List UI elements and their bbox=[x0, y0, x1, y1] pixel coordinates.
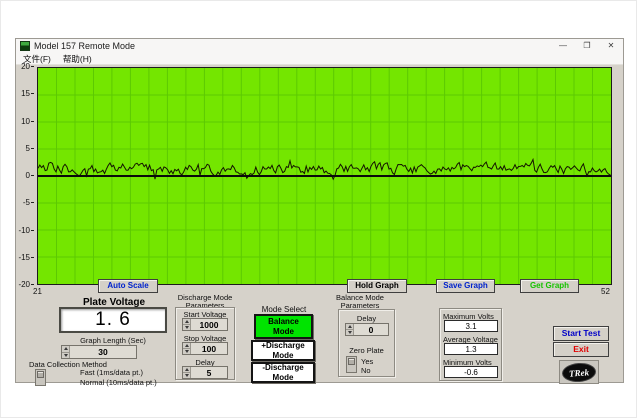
spinner-down-icon[interactable] bbox=[183, 325, 190, 330]
plate-voltage-display: 1. 6 bbox=[59, 307, 167, 333]
balance-mode-line1: Balance bbox=[268, 317, 299, 326]
maximum-volts-value: 3.1 bbox=[444, 320, 498, 332]
zero-plate-option-yes[interactable]: Yes bbox=[361, 357, 373, 366]
spinner-arrows bbox=[183, 319, 191, 330]
maximize-button[interactable]: ❐ bbox=[575, 39, 599, 53]
y-tick-label: -15 bbox=[16, 253, 34, 262]
hold-graph-button[interactable]: Hold Graph bbox=[347, 279, 407, 293]
data-collection-option-fast[interactable]: Fast (1ms/data pt.) bbox=[80, 368, 143, 377]
graph-length-spinner[interactable]: 30 bbox=[61, 345, 137, 359]
slider-thumb[interactable] bbox=[348, 358, 355, 365]
spinner-down-icon[interactable] bbox=[183, 373, 190, 378]
discharge-params-group: Start Voltage 1000 Stop Voltage 100 Dela… bbox=[175, 307, 235, 380]
stop-voltage-value[interactable]: 100 bbox=[191, 343, 227, 354]
screenshot-background: Model 157 Remote Mode — ❐ ✕ 文件(F) 帮助(H) … bbox=[0, 0, 637, 418]
minimum-volts-value: -0.6 bbox=[444, 366, 498, 378]
trek-logo: TRek bbox=[559, 360, 599, 384]
y-tick-label: -5 bbox=[16, 199, 34, 207]
menu-bar: 文件(F) 帮助(H) bbox=[16, 53, 623, 65]
y-tick-label: 0 bbox=[16, 172, 34, 180]
zero-plate-label: Zero Plate bbox=[349, 346, 384, 355]
window-controls: — ❐ ✕ bbox=[551, 39, 623, 53]
negative-discharge-line1: -Discharge bbox=[262, 363, 304, 372]
app-icon bbox=[20, 41, 30, 51]
balance-mode-button[interactable]: Balance Mode bbox=[254, 314, 313, 339]
positive-discharge-line2: Mode bbox=[272, 350, 294, 360]
y-tick-label: 20 bbox=[16, 63, 34, 71]
mode-select-label: Mode Select bbox=[261, 305, 307, 314]
auto-scale-button[interactable]: Auto Scale bbox=[98, 279, 158, 293]
y-tick-label: -20 bbox=[16, 281, 34, 289]
start-voltage-spinner[interactable]: 1000 bbox=[182, 318, 228, 331]
exit-button[interactable]: Exit bbox=[553, 342, 609, 357]
x-axis-start-label: 21 bbox=[33, 287, 42, 296]
trek-logo-text: TRek bbox=[568, 366, 590, 378]
stop-voltage-spinner[interactable]: 100 bbox=[182, 342, 228, 355]
voltage-stats-group: Maximum Volts 3.1 Average Voltage 1.3 Mi… bbox=[439, 308, 502, 381]
close-button[interactable]: ✕ bbox=[599, 39, 623, 53]
trek-logo-oval: TRek bbox=[561, 361, 597, 383]
graph-length-label: Graph Length (Sec) bbox=[80, 336, 146, 345]
balance-delay-value[interactable]: 0 bbox=[354, 324, 388, 335]
save-graph-button[interactable]: Save Graph bbox=[436, 279, 495, 293]
slider-thumb[interactable] bbox=[37, 371, 44, 378]
zero-plate-option-no[interactable]: No bbox=[361, 366, 371, 375]
discharge-delay-spinner[interactable]: 5 bbox=[182, 366, 228, 379]
chart-canvas bbox=[38, 68, 611, 284]
data-collection-slider[interactable] bbox=[35, 369, 46, 386]
minimize-button[interactable]: — bbox=[551, 39, 575, 53]
negative-discharge-line2: Mode bbox=[272, 372, 294, 382]
y-tick-label: -10 bbox=[16, 226, 34, 235]
discharge-delay-value[interactable]: 5 bbox=[191, 367, 227, 378]
positive-discharge-mode-button[interactable]: +Discharge Mode bbox=[251, 340, 315, 361]
strip-chart-plot[interactable] bbox=[37, 67, 612, 285]
positive-discharge-line1: +Discharge bbox=[261, 341, 305, 350]
balance-mode-line2: Mode bbox=[273, 326, 294, 336]
average-voltage-value: 1.3 bbox=[444, 343, 498, 355]
spinner-arrows bbox=[62, 346, 70, 358]
balance-delay-label: Delay bbox=[356, 314, 377, 323]
balance-params-group: Delay 0 Zero Plate Yes No bbox=[338, 309, 395, 377]
title-bar: Model 157 Remote Mode — ❐ ✕ bbox=[16, 39, 623, 53]
spinner-down-icon[interactable] bbox=[62, 352, 69, 358]
spinner-down-icon[interactable] bbox=[346, 330, 353, 335]
window-title: Model 157 Remote Mode bbox=[34, 41, 136, 51]
spinner-arrows bbox=[183, 367, 191, 378]
start-voltage-value[interactable]: 1000 bbox=[191, 319, 227, 330]
spinner-down-icon[interactable] bbox=[183, 349, 190, 354]
spinner-arrows bbox=[346, 324, 354, 335]
zero-plate-slider[interactable] bbox=[346, 356, 357, 373]
balance-delay-spinner[interactable]: 0 bbox=[345, 323, 389, 336]
x-axis-end-label: 52 bbox=[601, 287, 610, 296]
start-test-button[interactable]: Start Test bbox=[553, 326, 609, 341]
get-graph-button[interactable]: Get Graph bbox=[520, 279, 579, 293]
negative-discharge-mode-button[interactable]: -Discharge Mode bbox=[251, 362, 315, 383]
graph-length-value[interactable]: 30 bbox=[70, 346, 136, 358]
y-tick-label: 15 bbox=[16, 90, 34, 98]
y-tick-label: 10 bbox=[16, 117, 34, 126]
app-window: Model 157 Remote Mode — ❐ ✕ 文件(F) 帮助(H) … bbox=[15, 38, 624, 387]
menu-item-help[interactable]: 帮助(H) bbox=[63, 53, 92, 65]
data-collection-option-normal[interactable]: Normal (10ms/data pt.) bbox=[80, 378, 157, 387]
spinner-arrows bbox=[183, 343, 191, 354]
y-tick-label: 5 bbox=[16, 144, 34, 153]
